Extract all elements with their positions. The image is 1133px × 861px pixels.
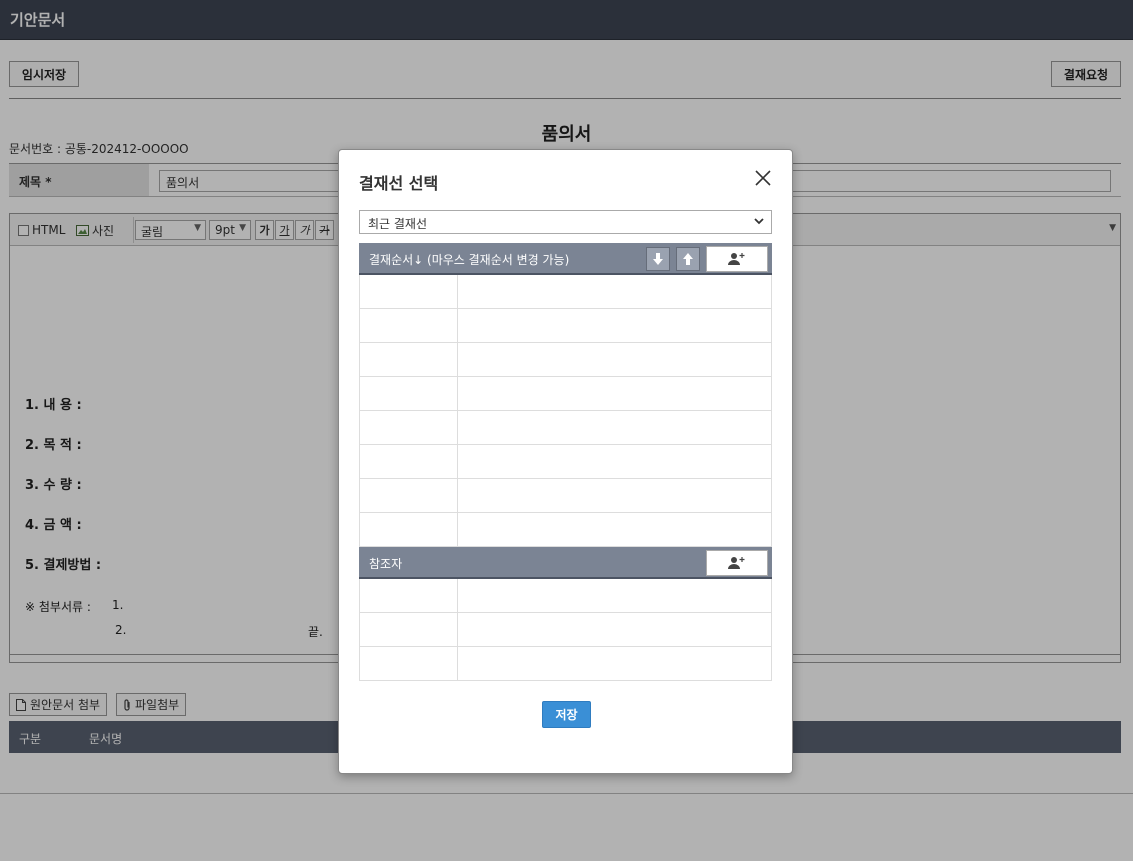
move-down-button[interactable]	[646, 247, 670, 271]
approval-row[interactable]	[360, 513, 771, 547]
reference-grid	[359, 579, 772, 681]
reference-row[interactable]	[360, 579, 771, 613]
approval-row[interactable]	[360, 445, 771, 479]
approval-order-header: 결재순서↓ (마우스 결재순서 변경 가능)	[359, 243, 772, 275]
approval-grid	[359, 275, 772, 547]
add-approver-button[interactable]	[706, 246, 768, 272]
move-up-button[interactable]	[676, 247, 700, 271]
approval-line-modal: 결재선 선택 최근 결재선 결재순서↓ (마우스 결재순서 변경 가능) 참조자	[338, 149, 793, 774]
reference-row[interactable]	[360, 613, 771, 647]
approval-row[interactable]	[360, 309, 771, 343]
add-person-icon	[728, 557, 745, 569]
reference-header: 참조자	[359, 547, 772, 579]
approval-order-label: 결재순서↓ (마우스 결재순서 변경 가능)	[369, 253, 570, 267]
save-button[interactable]: 저장	[542, 701, 591, 728]
reference-label: 참조자	[369, 557, 403, 571]
add-person-icon	[728, 253, 745, 265]
approval-row[interactable]	[360, 343, 771, 377]
add-reference-button[interactable]	[706, 550, 768, 576]
approval-row[interactable]	[360, 411, 771, 445]
approval-row[interactable]	[360, 275, 771, 309]
close-icon[interactable]	[753, 168, 773, 188]
recent-approval-line-value: 최근 결재선	[368, 217, 428, 231]
arrow-up-icon	[683, 253, 693, 265]
recent-approval-line-select[interactable]: 최근 결재선	[359, 210, 772, 234]
approval-row[interactable]	[360, 479, 771, 513]
approval-row[interactable]	[360, 377, 771, 411]
modal-title: 결재선 선택	[359, 174, 439, 193]
reference-row[interactable]	[360, 647, 771, 681]
arrow-down-icon	[653, 253, 663, 265]
chevron-down-icon	[754, 218, 764, 225]
